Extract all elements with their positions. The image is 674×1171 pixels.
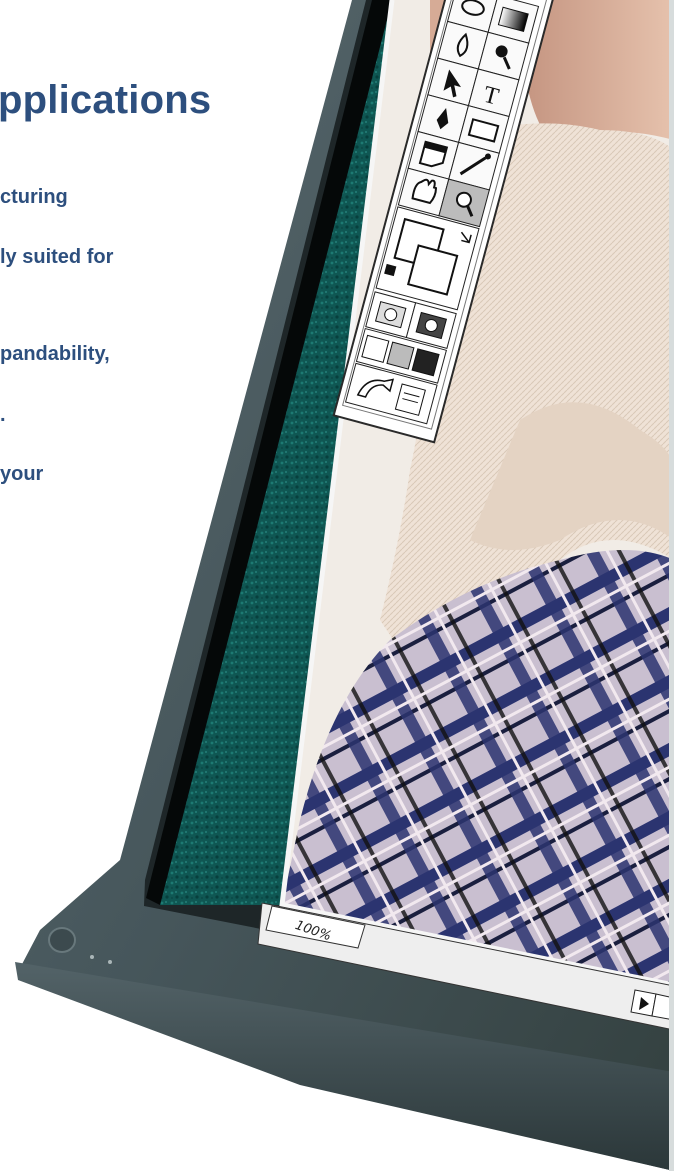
power-button[interactable]	[48, 927, 76, 953]
page-headline: pplications	[0, 78, 212, 122]
body-text-line: cturing	[0, 186, 68, 208]
power-led	[90, 955, 94, 959]
body-text-line: pandability,	[0, 343, 110, 365]
monitor-illustration: T	[15, 0, 674, 1171]
body-text-line: ly suited for	[0, 246, 114, 268]
body-text-line: your	[0, 463, 44, 485]
brochure-page: T pplications cturing ly suited for pand…	[0, 0, 674, 1171]
body-text-line: .	[0, 404, 6, 426]
